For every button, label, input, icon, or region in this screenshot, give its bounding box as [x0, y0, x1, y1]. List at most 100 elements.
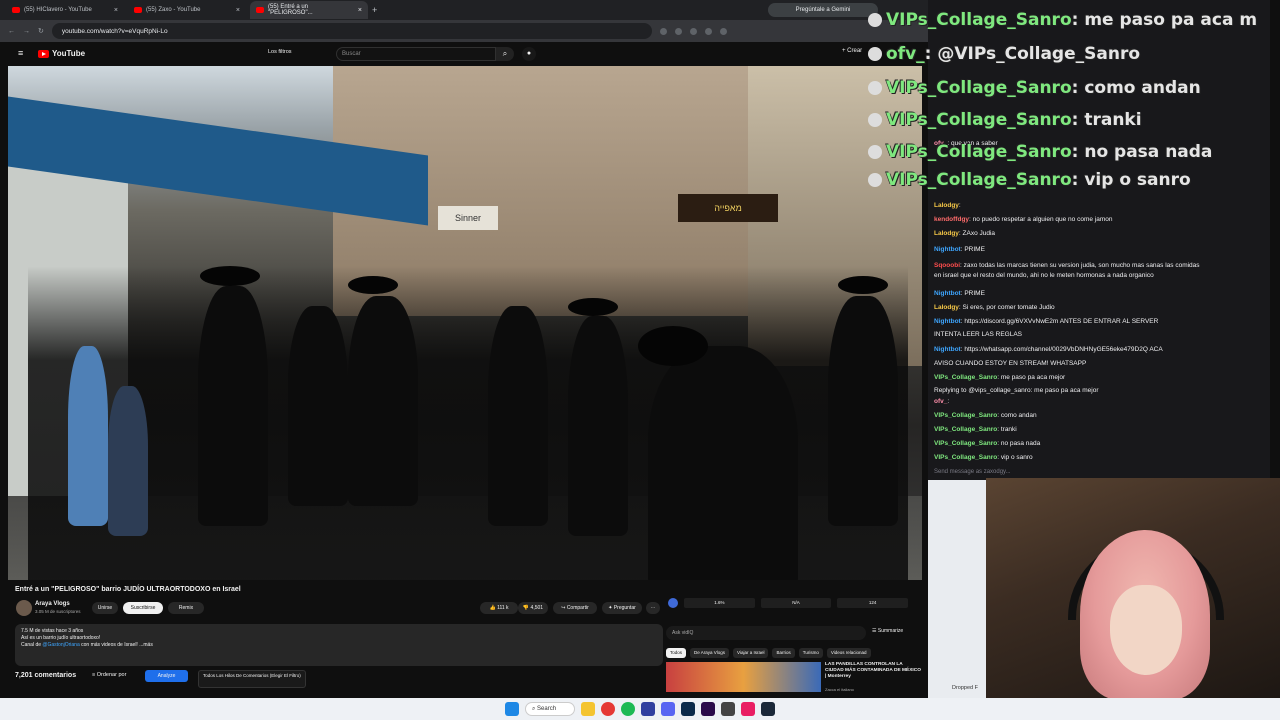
spotify-icon[interactable] [621, 702, 635, 716]
url-field[interactable]: youtube.com/watch?v=eVquRpNi-Lo [51, 23, 652, 39]
extension-icon[interactable] [704, 27, 712, 35]
close-tab-icon[interactable]: × [236, 7, 240, 14]
subscriber-count: 3.05 M de suscriptores [35, 609, 81, 614]
file-explorer-icon[interactable] [581, 702, 595, 716]
remix-button[interactable]: Remix [168, 602, 204, 614]
chat-username[interactable]: Lalodgy [934, 304, 959, 311]
taskbar-search[interactable]: ⌕ Search [525, 702, 575, 716]
comment-filter-select[interactable]: Todos Los Hilos De Comentarios (Elegir E… [198, 670, 306, 688]
reload-icon[interactable]: ↻ [38, 27, 44, 35]
discord-icon[interactable] [661, 702, 675, 716]
chip[interactable]: De Araya Vlogs [690, 648, 730, 658]
chat-username[interactable]: Nightbot [934, 246, 961, 253]
chat-username[interactable]: VIPs_Collage_Sanro [934, 412, 997, 419]
photoshop-icon[interactable] [681, 702, 695, 716]
app-icon[interactable] [741, 702, 755, 716]
chip-todos[interactable]: Todos [666, 648, 687, 658]
extension-icon[interactable] [674, 27, 682, 35]
skull-icon [868, 173, 882, 187]
chip[interactable]: Turismo [798, 648, 823, 658]
menu-icon[interactable]: ≡ [18, 48, 23, 58]
chat-username[interactable]: Sqooobi [934, 262, 960, 269]
gemini-button[interactable]: Pregúntale a Gemini [768, 3, 878, 17]
close-tab-icon[interactable]: × [358, 7, 362, 14]
search-input[interactable]: Buscar [336, 47, 496, 61]
browser-tab-active[interactable]: (55) Entré a un "PELIGROSO"... × [250, 1, 368, 19]
recommended-title[interactable]: LAS PANDILLAS CONTROLAN LA CIUDAD MÁS CO… [825, 662, 921, 680]
subscribe-button[interactable]: Suscribirse [123, 602, 163, 614]
like-button[interactable]: 👍 111 k [480, 602, 518, 614]
close-tab-icon[interactable]: × [114, 7, 118, 14]
youtube-favicon-icon [134, 7, 142, 13]
windows-start-icon[interactable] [505, 702, 519, 716]
steam-icon[interactable] [761, 702, 775, 716]
more-options-icon[interactable]: ⋯ [646, 602, 660, 614]
video-player[interactable]: Sinner מאפייה [8, 66, 922, 580]
chip[interactable]: Viajar a Israel [733, 648, 769, 658]
chat-message: Replying to @vips_collage_sanro: me paso… [934, 387, 1099, 394]
chat-username[interactable]: Lalodgy [934, 202, 959, 209]
chrome-icon[interactable] [601, 702, 615, 716]
desc-link[interactable]: @GastonjOriana [42, 642, 79, 648]
chat-username[interactable]: Nightbot [934, 318, 961, 325]
chat-username[interactable]: Lalodgy [934, 230, 959, 237]
summarize-button[interactable]: ☰ Summarize [872, 628, 903, 634]
recommended-thumbnail[interactable] [666, 662, 821, 692]
webcam-person-face [1110, 585, 1182, 675]
chat-text: INTENTA LEER LAS REGLAS [934, 331, 1023, 338]
microphone-icon[interactable]: ● [522, 47, 536, 61]
chat-text: : zaxo todas las marcas tienen su versio… [960, 262, 1200, 269]
app-icon[interactable] [641, 702, 655, 716]
channel-name[interactable]: Araya Vlogs [35, 601, 70, 607]
create-button[interactable]: + Crear [842, 48, 862, 54]
chat-message: Nightbot: https://whatsapp.com/channel/0… [934, 346, 1163, 353]
youtube-logo[interactable]: YouTube [38, 49, 85, 58]
chat-message: Sqooobi: zaxo todas las marcas tienen su… [934, 262, 1200, 269]
premiere-icon[interactable] [701, 702, 715, 716]
video-crowd [28, 266, 908, 580]
sort-button[interactable]: ≡ Ordenar por [92, 672, 126, 678]
ask-button[interactable]: ✦ Preguntar [602, 602, 642, 614]
chat-username[interactable]: VIPs_Collage_Sanro [934, 426, 997, 433]
comments-count: 7,201 comentarios [15, 672, 77, 679]
chat-input[interactable]: Send message as zaxodgy... [930, 465, 1266, 479]
vidiq-stat: 1.6% [684, 598, 755, 608]
join-button[interactable]: Unirse [92, 602, 118, 614]
channel-avatar[interactable] [16, 600, 32, 616]
filters-button[interactable]: Los filtros [268, 49, 292, 55]
ask-vidiq-input[interactable]: Ask vidIQ [666, 626, 866, 640]
chat-username[interactable]: ofv_ [934, 398, 947, 405]
app-icon[interactable] [721, 702, 735, 716]
desc-stats: 7.5 M de vistas hace 3 años [21, 628, 84, 634]
chat-text: : Si eres, por comer tomate Judio [958, 304, 1055, 311]
forward-icon[interactable]: → [23, 28, 30, 35]
back-icon[interactable]: ← [8, 28, 15, 35]
extension-icon[interactable] [689, 27, 697, 35]
new-tab-icon[interactable]: + [372, 5, 377, 15]
extension-icon[interactable] [659, 27, 667, 35]
recommended-channel: Zacca el italiano [825, 687, 854, 692]
analyze-button[interactable]: Analyze [145, 670, 188, 682]
desc-channel-line: Canal de @GastonjOriana con más videos d… [21, 642, 153, 648]
search-icon[interactable]: ⌕ [496, 47, 514, 61]
share-button[interactable]: ↪ Compartir [553, 602, 597, 614]
chat-message: VIPs_Collage_Sanro: vip o sanro [934, 454, 1033, 461]
chip[interactable]: Barrios [772, 648, 795, 658]
overlay-chat-row: VIPs_Collage_Sanro: tranki [868, 110, 1142, 130]
chat-text: : tranki [997, 426, 1017, 433]
dislike-icon: 👎 [522, 605, 531, 611]
chat-username[interactable]: kendoffdgy [934, 216, 969, 223]
chat-text: : https://discord.gg/6VXVvNwE2m ANTES DE… [960, 318, 1159, 325]
chip[interactable]: Videos relacionad [826, 648, 871, 658]
video-description[interactable]: 7.5 M de vistas hace 3 años Así es un ba… [15, 624, 663, 666]
vidiq-icon[interactable] [668, 598, 678, 608]
dislike-button[interactable]: 👎 4,501 [518, 602, 548, 614]
browser-tab[interactable]: (55) HIClavero - YouTube × [6, 1, 124, 19]
browser-tab[interactable]: (55) Zaxo - YouTube × [128, 1, 246, 19]
chat-username[interactable]: Nightbot [934, 346, 961, 353]
chat-username[interactable]: VIPs_Collage_Sanro [934, 374, 997, 381]
chat-username[interactable]: VIPs_Collage_Sanro [934, 454, 997, 461]
chat-username[interactable]: VIPs_Collage_Sanro [934, 440, 997, 447]
chat-username[interactable]: Nightbot [934, 290, 961, 297]
extension-icon[interactable] [719, 27, 727, 35]
